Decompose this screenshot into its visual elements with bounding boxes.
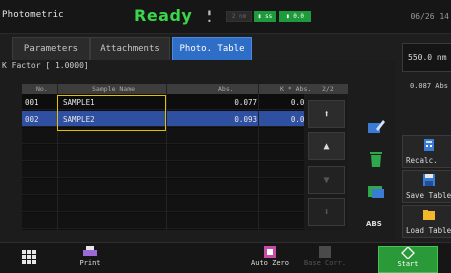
top-status-bar: Photometric Ready ▮ • 2 nm ▮ ss ▮ 0.0 06… <box>0 0 451 34</box>
cell-abs: 0.077 <box>234 98 257 107</box>
load-table-label: Load Table <box>406 226 451 235</box>
column-header-no: No. <box>36 85 48 93</box>
empty-row[interactable] <box>22 145 348 161</box>
tab-bar: Parameters Attachments Photo. Table <box>0 34 395 60</box>
floppy-disk-icon <box>423 174 435 186</box>
recalc-button[interactable]: Recalc. <box>402 135 451 168</box>
column-divider <box>166 84 167 230</box>
cell-no: 001 <box>25 98 39 107</box>
page-indicator: 2/2 <box>322 85 334 93</box>
lamp-indicator: ▮ • <box>207 7 212 26</box>
baseline-label: Base Corr. <box>303 259 347 267</box>
cell-indicator: ▮ ss <box>254 11 276 22</box>
auto-zero-button[interactable]: Auto Zero <box>246 246 294 273</box>
folder-icon <box>423 210 435 220</box>
clock: 06/26 14 <box>410 12 449 21</box>
cell-no: 002 <box>25 115 39 124</box>
save-table-button[interactable]: Save Table <box>402 170 451 203</box>
recalc-label: Recalc. <box>406 156 438 165</box>
app-title: Photometric <box>2 10 64 20</box>
tab-attachments[interactable]: Attachments <box>90 37 170 60</box>
scroll-up-button[interactable]: ▲ <box>308 132 345 160</box>
start-button[interactable]: Start <box>378 246 438 273</box>
status-indicator: Ready <box>134 6 193 25</box>
trash-icon[interactable] <box>366 150 386 168</box>
scroll-top-button[interactable]: ⬆ <box>308 100 345 128</box>
sample-name-highlight <box>57 95 166 131</box>
column-header-abs: Abs. <box>218 85 234 93</box>
grid-menu-icon <box>22 250 36 264</box>
column-header-k-abs: K * Abs. <box>280 85 312 93</box>
scroll-bottom-button[interactable]: ⬇ <box>308 198 345 226</box>
tab-parameters[interactable]: Parameters <box>12 37 90 60</box>
save-table-label: Save Table <box>406 191 451 200</box>
absorbance-readout: 0.087 Abs <box>410 82 448 90</box>
abs-toggle-icon[interactable]: ABS <box>366 215 386 233</box>
tab-photo-table[interactable]: Photo. Table <box>172 37 252 60</box>
cell-abs: 0.093 <box>234 115 257 124</box>
printer-icon <box>83 246 97 256</box>
load-table-button[interactable]: Load Table <box>402 205 451 238</box>
empty-row[interactable] <box>22 179 348 195</box>
empty-row[interactable] <box>22 162 348 178</box>
wavelength-readout: 550.0 nm <box>402 43 451 72</box>
empty-row[interactable] <box>22 196 348 212</box>
baseline-button[interactable]: Base Corr. <box>300 246 350 273</box>
start-diamond-icon <box>401 247 415 259</box>
edit-sample-icon[interactable] <box>366 117 386 135</box>
column-header-sample-name: Sample Name <box>92 85 136 93</box>
auto-zero-label: Auto Zero <box>251 259 289 267</box>
print-label: Print <box>79 259 101 267</box>
baseline-icon <box>319 246 331 258</box>
calculator-icon <box>424 139 434 151</box>
scroll-down-button[interactable]: ▼ <box>308 166 345 194</box>
empty-row[interactable] <box>22 213 348 229</box>
temperature-indicator: ▮ 0.0 <box>279 11 311 22</box>
column-divider <box>258 84 259 230</box>
sample-folder-icon[interactable] <box>366 182 386 200</box>
start-label: Start <box>397 260 419 268</box>
print-button[interactable]: Print <box>72 246 108 273</box>
scroll-controls: ⬆ ▲ ▼ ⬇ <box>304 94 348 230</box>
bottom-toolbar: Print Auto Zero Base Corr. Start <box>0 242 451 273</box>
wavelength-indicator: 2 nm <box>226 11 252 22</box>
auto-zero-icon <box>264 246 276 258</box>
table-header: No. Sample Name Abs. K * Abs. 2/2 <box>22 84 348 94</box>
menu-button[interactable] <box>14 246 44 273</box>
k-factor-label: K Factor [ 1.0000] <box>2 61 89 70</box>
